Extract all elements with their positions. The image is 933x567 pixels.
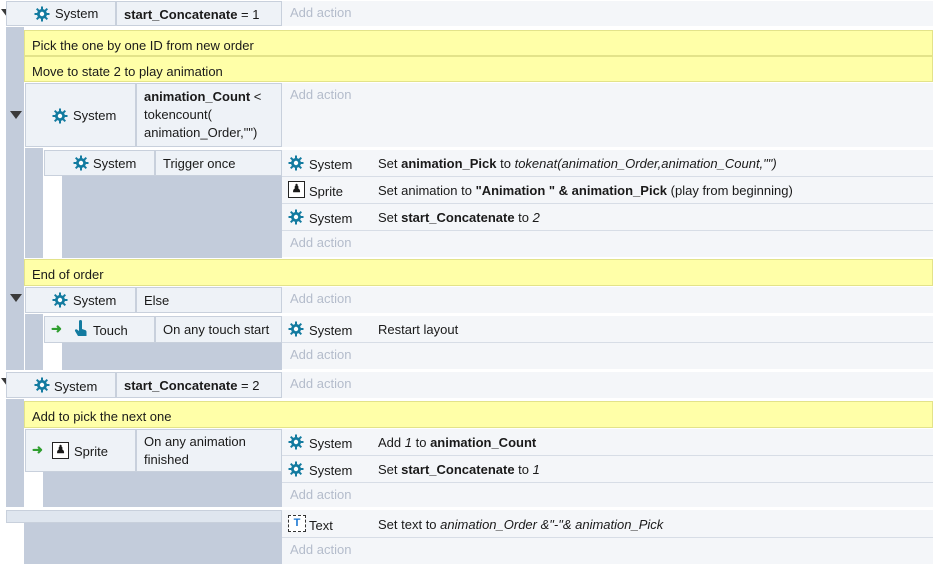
action-object: System (309, 211, 353, 226)
add-action-link[interactable]: Add action (282, 483, 933, 507)
collapse-toggle[interactable] (10, 294, 22, 302)
collapse-toggle[interactable] (10, 111, 22, 119)
add-action-link[interactable]: Add action (282, 538, 933, 564)
object-name: System (93, 156, 137, 171)
action-text: Set start_Concatenate to 2 (378, 210, 540, 225)
object-name: System (55, 6, 99, 21)
object-name: System (73, 293, 117, 308)
trigger-arrow-icon: ➜ (32, 442, 43, 457)
gear-icon (288, 321, 304, 337)
add-action-link[interactable]: Add action (282, 231, 933, 257)
action-text: Set text to animation_Order &"-"& animat… (378, 517, 664, 532)
event-7-condition[interactable]: On any animation finished (136, 429, 282, 472)
gear-icon (34, 377, 50, 393)
action-row[interactable]: System Set animation_Pick to tokenat(ani… (282, 150, 933, 177)
event-4-object[interactable]: System (25, 287, 136, 313)
comment[interactable]: Add to pick the next one (24, 401, 933, 428)
sprite-icon: ♟ (52, 442, 69, 459)
gear-icon (288, 209, 304, 225)
action-text: Set animation_Pick to tokenat(animation_… (378, 156, 777, 171)
gear-icon (288, 155, 304, 171)
action-row[interactable]: T Text Set text to animation_Order &"-"&… (282, 510, 933, 538)
action-text: Set animation to "Animation " & animatio… (378, 183, 793, 198)
event-6-condition[interactable]: start_Concatenate = 2 (116, 372, 282, 398)
action-row[interactable]: System Add 1 to animation_Count (282, 429, 933, 456)
event-8-condition[interactable] (6, 510, 282, 523)
event-2-condition[interactable]: animation_Count < tokencount( animation_… (136, 83, 282, 147)
object-name: System (54, 379, 98, 394)
gear-icon (52, 292, 68, 308)
gear-icon (288, 461, 304, 477)
comment[interactable]: Move to state 2 to play animation (24, 56, 933, 82)
event-1-object[interactable]: System (6, 1, 116, 26)
object-name: Sprite (74, 444, 108, 459)
action-text: Set start_Concatenate to 1 (378, 462, 540, 477)
add-action-link[interactable]: Add action (282, 343, 933, 369)
event-4-condition[interactable]: Else (136, 287, 282, 313)
sprite-icon: ♟ (288, 181, 305, 198)
trigger-arrow-icon: ➜ (51, 321, 62, 336)
action-row[interactable]: ♟ Sprite Set animation to "Animation " &… (282, 177, 933, 204)
condition-block (62, 176, 282, 258)
condition-block (43, 472, 282, 507)
add-action-link[interactable]: Add action (282, 83, 933, 147)
action-text: Add 1 to animation_Count (378, 435, 537, 450)
gear-icon (73, 155, 89, 171)
gear-icon (34, 6, 50, 22)
event-5-condition[interactable]: On any touch start (155, 316, 282, 343)
event-3-condition[interactable]: Trigger once (155, 150, 282, 176)
action-object: System (309, 157, 353, 172)
action-row[interactable]: System Set start_Concatenate to 2 (282, 204, 933, 231)
gear-icon (288, 434, 304, 450)
subevent-block (6, 27, 24, 370)
object-name: Touch (93, 323, 128, 338)
action-object: System (309, 463, 353, 478)
add-action-link[interactable]: Add action (282, 287, 933, 313)
gear-icon (52, 108, 68, 124)
subevent-block (25, 314, 43, 370)
event-7-object[interactable]: ➜ ♟ Sprite (25, 429, 136, 472)
event-3-object[interactable]: System (44, 150, 155, 176)
subevent-block (6, 399, 24, 507)
subevent-block (25, 148, 43, 258)
comment[interactable]: Pick the one by one ID from new order (24, 30, 933, 56)
text-icon: T (288, 515, 306, 532)
event-5-object[interactable]: ➜ Touch (44, 316, 155, 343)
action-object: Text (309, 518, 333, 533)
event-1-condition[interactable]: start_Concatenate = 1 (116, 1, 282, 26)
event-6-object[interactable]: System (6, 372, 116, 398)
add-action-link[interactable]: Add action (282, 1, 933, 26)
action-row[interactable]: System Set start_Concatenate to 1 (282, 456, 933, 483)
touch-icon (74, 320, 87, 336)
action-object: System (309, 323, 353, 338)
action-text: Restart layout (378, 322, 459, 337)
event-2-object[interactable]: System (25, 83, 136, 147)
action-object: Sprite (309, 184, 343, 199)
add-action-link[interactable]: Add action (282, 372, 933, 398)
condition-block (62, 343, 282, 370)
object-name: System (73, 108, 117, 123)
action-row[interactable]: System Restart layout (282, 316, 933, 343)
action-object: System (309, 436, 353, 451)
comment[interactable]: End of order (24, 259, 933, 286)
condition-block (24, 523, 282, 564)
